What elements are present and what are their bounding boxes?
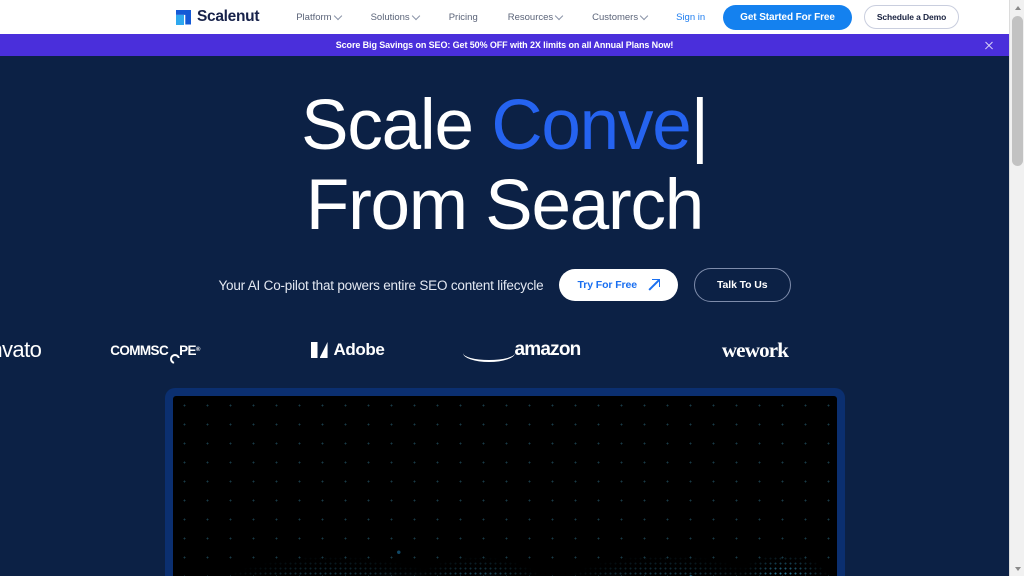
vertical-scrollbar[interactable] xyxy=(1009,0,1024,576)
nav-item-resources[interactable]: Resources xyxy=(493,12,577,23)
sign-in-link[interactable]: Sign in xyxy=(662,12,717,23)
top-navigation-bar: Scalenut Platform Solutions Pricing Reso… xyxy=(0,0,1009,34)
brand-logo-adobe-text: Adobe xyxy=(333,340,385,359)
nav-item-resources-label: Resources xyxy=(507,11,554,23)
arrow-up-right-icon xyxy=(648,279,660,291)
nav-item-customers-label: Customers xyxy=(592,11,639,23)
nav-item-pricing[interactable]: Pricing xyxy=(434,12,493,23)
try-for-free-label: Try For Free xyxy=(577,279,637,291)
nav-item-customers[interactable]: Customers xyxy=(577,12,662,23)
scalenut-logo[interactable]: Scalenut xyxy=(176,8,260,26)
nav-item-pricing-label: Pricing xyxy=(448,11,478,23)
brand-logo-commscope-text: COMMSC xyxy=(110,342,169,358)
chevron-down-icon xyxy=(641,13,647,19)
brand-logo-commscope-suffix: PE xyxy=(179,342,196,358)
brand-logo-commscope: COMMSC PE ® xyxy=(60,343,250,358)
trademark-symbol: ® xyxy=(195,347,200,353)
scalenut-logo-text: Scalenut xyxy=(197,8,260,25)
scalenut-logo-icon xyxy=(176,9,191,25)
chevron-down-icon xyxy=(335,13,341,19)
get-started-for-free-button[interactable]: Get Started For Free xyxy=(723,4,852,30)
adobe-mark-icon xyxy=(311,342,328,358)
brand-logo-adobe: Adobe xyxy=(250,340,445,360)
nav-item-platform-label: Platform xyxy=(296,11,332,23)
video-title-text: AI & Search xyxy=(173,572,837,576)
try-for-free-button[interactable]: Try For Free xyxy=(559,269,678,301)
customer-logo-strip: envato COMMSC PE® Adobe amazon wework xyxy=(0,334,1009,366)
typing-caret: | xyxy=(690,86,709,165)
nav-item-platform[interactable]: Platform xyxy=(281,12,355,23)
close-icon[interactable] xyxy=(983,39,995,51)
brand-logo-envato: envato xyxy=(0,337,42,362)
brand-logo-amazon: amazon xyxy=(445,339,650,362)
hero-video-frame: AI & Search xyxy=(164,388,845,576)
amazon-swoosh-icon xyxy=(463,353,515,362)
chevron-down-icon xyxy=(556,13,562,19)
promo-banner[interactable]: Score Big Savings on SEO: Get 50% OFF wi… xyxy=(0,34,1009,56)
hero-video-player[interactable]: AI & Search xyxy=(172,396,837,576)
talk-to-us-button[interactable]: Talk To Us xyxy=(693,268,791,302)
brand-logo-amazon-text: amazon xyxy=(514,339,582,360)
video-sparse-dots xyxy=(172,396,837,576)
scroll-down-arrow-icon[interactable] xyxy=(1010,561,1024,576)
nav-item-solutions-label: Solutions xyxy=(370,11,410,23)
scroll-up-arrow-icon[interactable] xyxy=(1010,0,1024,15)
hero-subtitle: Your AI Co-pilot that powers entire SEO … xyxy=(218,277,544,293)
hero-headline-line2: From Search xyxy=(305,166,704,245)
hero-headline-line1: Scale Conve| xyxy=(0,86,1009,166)
nav-links: Platform Solutions Pricing Resources Cus… xyxy=(281,12,662,23)
hero-headline-static: Scale xyxy=(301,86,492,165)
scrollbar-thumb[interactable] xyxy=(1012,16,1023,166)
chevron-down-icon xyxy=(413,13,419,19)
hero-headline-typed: Conve xyxy=(491,86,691,165)
hero-subtitle-row: Your AI Co-pilot that powers entire SEO … xyxy=(0,268,1009,302)
page-viewport: Scalenut Platform Solutions Pricing Reso… xyxy=(0,0,1009,576)
brand-logo-wework: wework xyxy=(721,337,789,362)
schedule-a-demo-button[interactable]: Schedule a Demo xyxy=(863,5,960,29)
nav-item-solutions[interactable]: Solutions xyxy=(356,12,434,23)
hero-section: Scale Conve| From Search Your AI Co-pilo… xyxy=(0,56,1009,576)
promo-banner-text: Score Big Savings on SEO: Get 50% OFF wi… xyxy=(335,40,674,50)
